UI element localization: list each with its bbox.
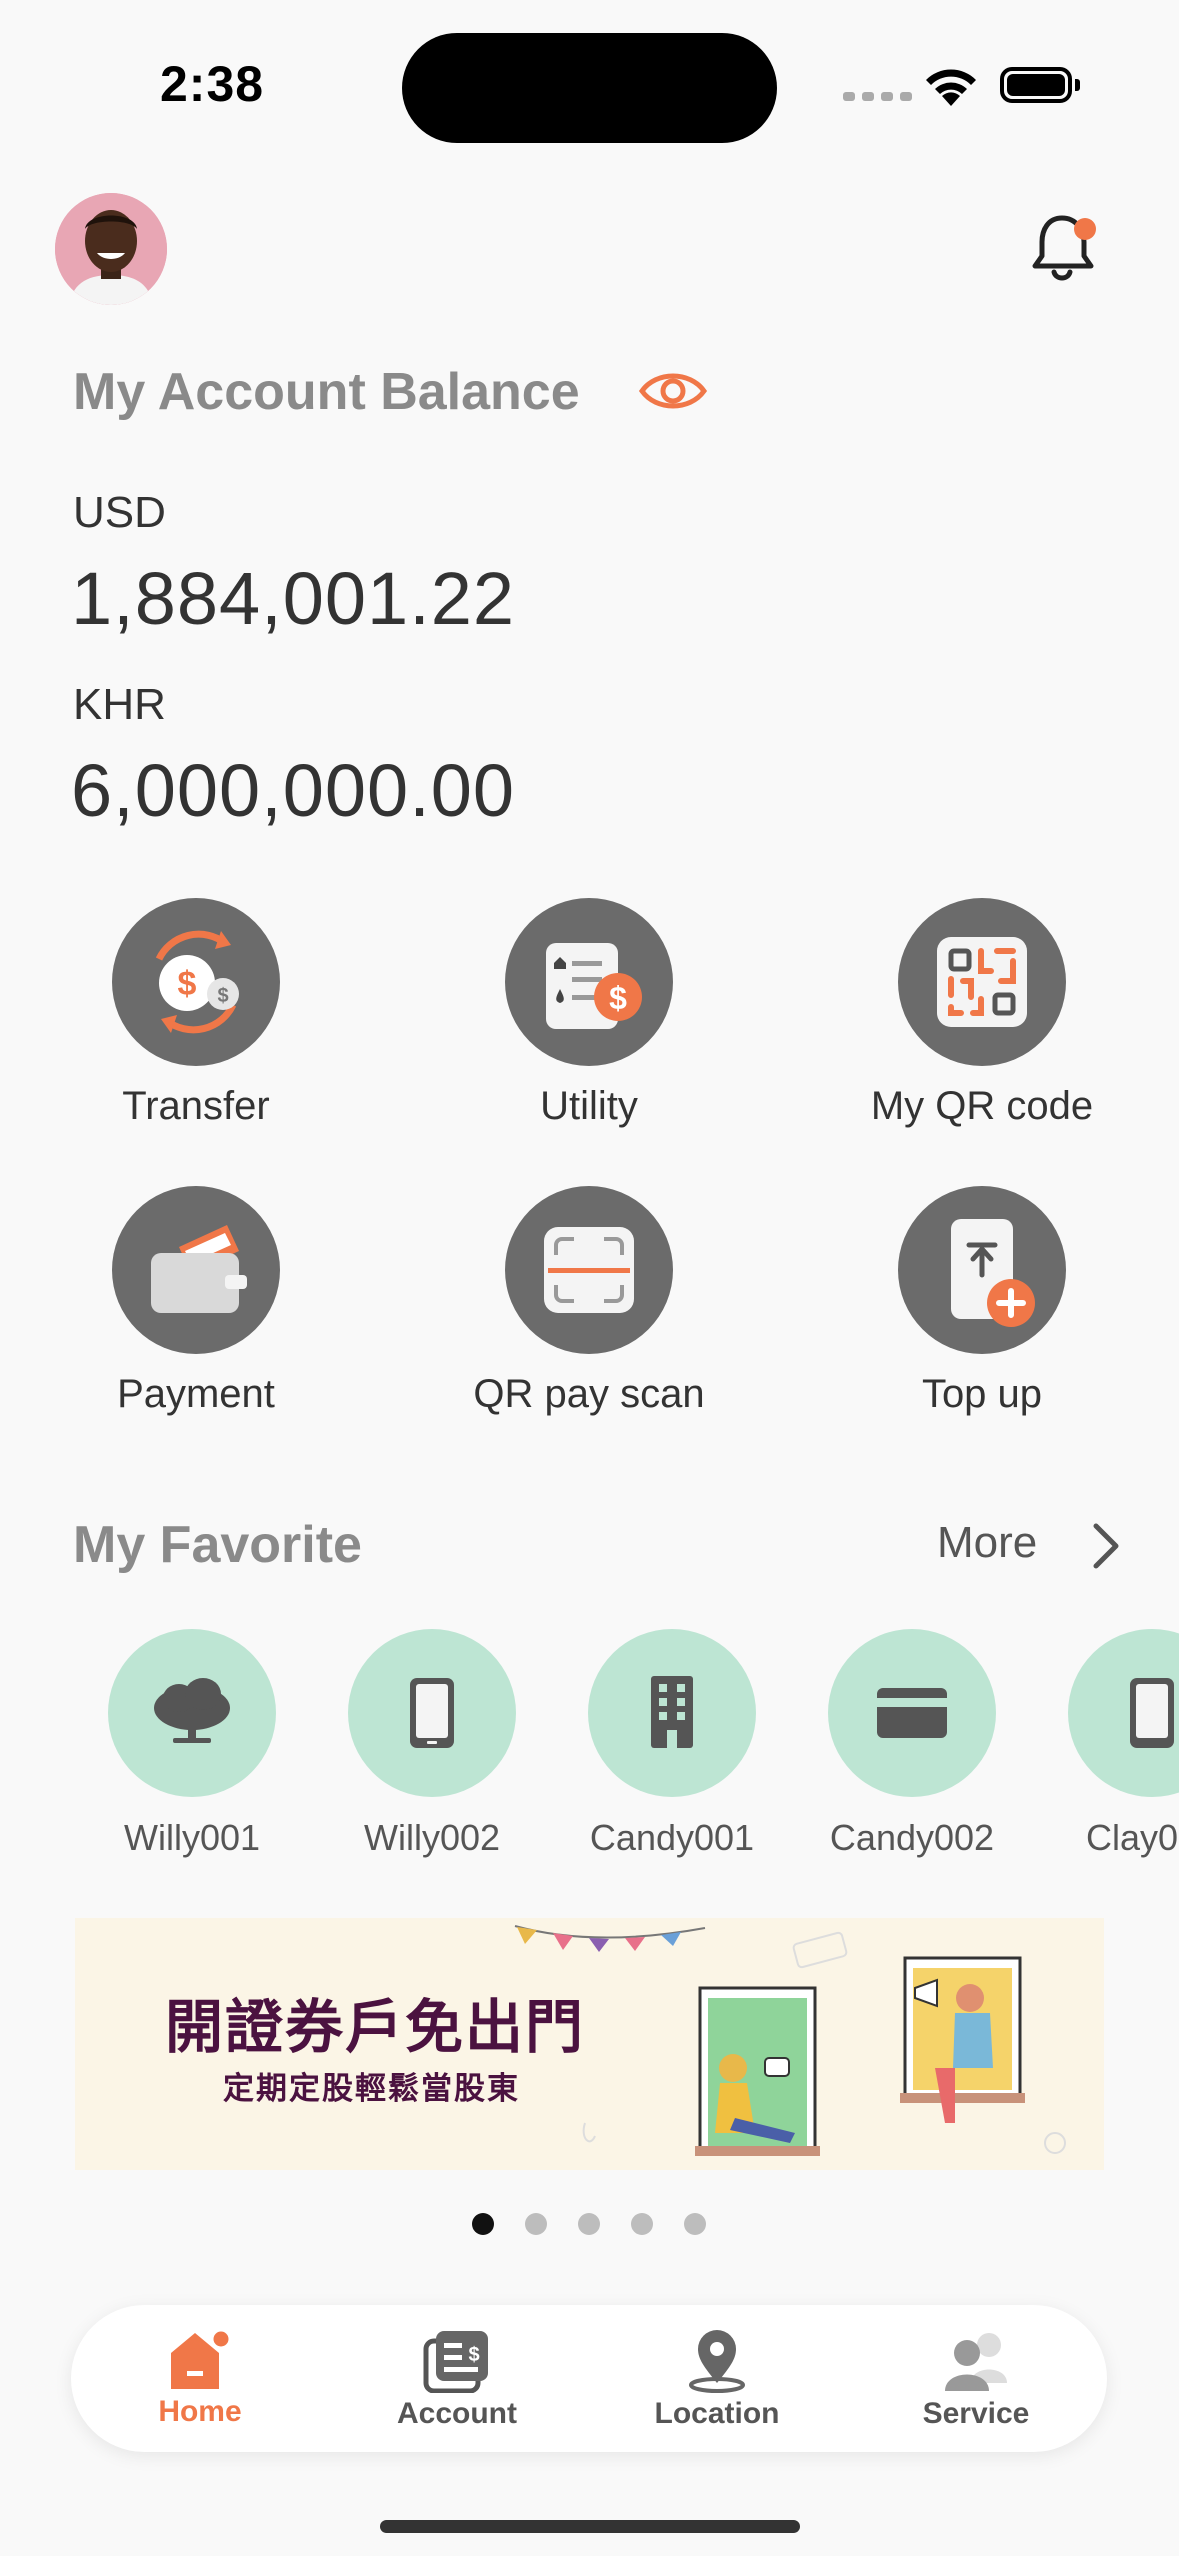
- balance-amount: 6,000,000.00: [71, 749, 516, 832]
- tab-account[interactable]: $ Account: [347, 2327, 567, 2431]
- action-label: Transfer: [122, 1084, 270, 1128]
- transfer-icon: $ $: [112, 898, 280, 1066]
- favorite-item[interactable]: Clay0: [1052, 1629, 1179, 1859]
- favorite-label: Willy002: [363, 1817, 501, 1858]
- building-icon: [588, 1629, 756, 1797]
- phone-icon: [348, 1629, 516, 1797]
- service-people-icon: [945, 2333, 1007, 2391]
- banner-illustration: [514, 1925, 1066, 2156]
- card-icon: [828, 1629, 996, 1797]
- tab-home[interactable]: Home: [90, 2327, 310, 2429]
- carousel-dot[interactable]: [578, 2213, 600, 2235]
- action-label: QR pay scan: [473, 1372, 705, 1416]
- tab-label: Location: [654, 2397, 780, 2430]
- favorite-item[interactable]: Willy001: [92, 1629, 292, 1859]
- home-indicator[interactable]: [380, 2520, 800, 2533]
- action-label: Utility: [540, 1084, 638, 1128]
- top-up-phone-icon: [898, 1186, 1066, 1354]
- transfer-button[interactable]: $ $ Transfer: [46, 898, 346, 1129]
- tab-service[interactable]: Service: [866, 2327, 1086, 2431]
- tab-location[interactable]: Location: [607, 2327, 827, 2431]
- currency-label: USD: [73, 488, 166, 537]
- favorite-label: Clay0: [1086, 1817, 1179, 1858]
- svg-text:$: $: [217, 985, 228, 1007]
- tab-label: Account: [397, 2397, 517, 2430]
- carousel-dot[interactable]: [684, 2213, 706, 2235]
- action-label: Payment: [117, 1372, 275, 1416]
- tree-icon: [108, 1629, 276, 1797]
- tab-label: Service: [922, 2397, 1030, 2430]
- svg-text:$: $: [178, 965, 197, 1003]
- wallet-icon: [112, 1186, 280, 1354]
- currency-label: KHR: [73, 680, 166, 729]
- tab-bar: Home $ Account Location Service: [71, 2305, 1107, 2452]
- balance-title: My Account Balance: [73, 363, 580, 421]
- promo-banner[interactable]: 開證券戶免出門 定期定股輕鬆當股東: [75, 1918, 1104, 2170]
- battery-icon: [1000, 67, 1072, 103]
- action-label: My QR code: [870, 1084, 1094, 1128]
- top-up-button[interactable]: Top up: [832, 1186, 1132, 1417]
- status-time: 2:38: [160, 56, 265, 112]
- phone-icon: [1068, 1629, 1179, 1797]
- favorite-label: Candy002: [829, 1817, 995, 1858]
- favorites-title: My Favorite: [73, 1516, 362, 1574]
- notification-bell-icon[interactable]: [1030, 208, 1102, 289]
- carousel-dot[interactable]: [631, 2213, 653, 2235]
- favorite-item[interactable]: Candy001: [572, 1629, 772, 1859]
- qr-code-icon: [898, 898, 1066, 1066]
- location-pin-icon: [689, 2330, 745, 2393]
- dynamic-island: [402, 33, 777, 143]
- favorite-label: Willy001: [123, 1817, 261, 1858]
- utility-bill-icon: $: [505, 898, 673, 1066]
- home-icon: [171, 2328, 232, 2389]
- balance-amount: 1,884,001.22: [71, 557, 516, 640]
- scan-icon: [505, 1186, 673, 1354]
- payment-button[interactable]: Payment: [46, 1186, 346, 1417]
- carousel-indicator[interactable]: [472, 2213, 706, 2235]
- cellular-signal-icon: [843, 92, 912, 101]
- carousel-dot[interactable]: [472, 2213, 494, 2235]
- chevron-right-icon[interactable]: [1090, 1522, 1122, 1575]
- account-icon: $: [423, 2331, 488, 2393]
- utility-button[interactable]: $ Utility: [439, 898, 739, 1129]
- qr-pay-scan-button[interactable]: QR pay scan: [439, 1186, 739, 1417]
- action-label: Top up: [921, 1372, 1043, 1416]
- favorite-item[interactable]: Candy002: [812, 1629, 1012, 1859]
- svg-text:$: $: [609, 980, 627, 1016]
- favorite-label: Candy001: [589, 1817, 755, 1858]
- svg-text:$: $: [468, 2344, 479, 2366]
- eye-icon[interactable]: [638, 366, 708, 421]
- favorite-item[interactable]: Willy002: [332, 1629, 532, 1859]
- carousel-dot[interactable]: [525, 2213, 547, 2235]
- wifi-icon: [922, 64, 980, 113]
- battery-tip: [1075, 79, 1080, 91]
- my-qr-code-button[interactable]: My QR code: [832, 898, 1132, 1129]
- more-link[interactable]: More: [937, 1518, 1037, 1568]
- tab-label: Home: [158, 2395, 242, 2428]
- avatar[interactable]: [55, 193, 167, 305]
